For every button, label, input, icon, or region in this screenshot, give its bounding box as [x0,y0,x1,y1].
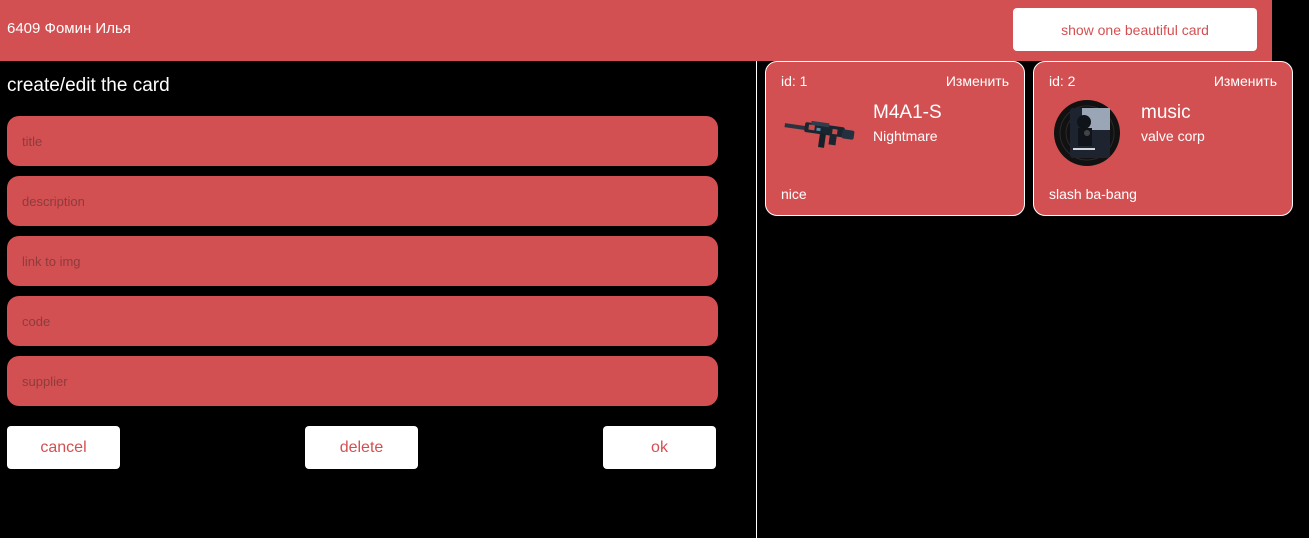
card-subtitle: Nightmare [873,128,938,144]
show-beautiful-card-button[interactable]: show one beautiful card [1013,8,1257,51]
supplier-field-wrapper [7,356,718,406]
code-field[interactable] [7,296,718,346]
title-field[interactable] [7,116,718,166]
card-id-label: id: 2 [1049,73,1076,89]
code-field-wrapper [7,296,718,346]
music-disc-image [1048,100,1126,166]
card-description: nice [781,186,807,202]
card-edit-button[interactable]: Изменить [1214,73,1277,89]
image-link-field[interactable] [7,236,718,286]
card-2: id: 2 Изменить music valve corp slash ba… [1033,61,1293,216]
card-id-label: id: 1 [781,73,808,89]
supplier-field[interactable] [7,356,718,406]
description-field[interactable] [7,176,718,226]
rifle-image [780,100,858,166]
panel-divider [756,61,757,538]
delete-button[interactable]: delete [305,426,418,469]
card-description: slash ba-bang [1049,186,1137,202]
card-subtitle: valve corp [1141,128,1205,144]
card-1: id: 1 Изменить M4A1-S Nightmare nice [765,61,1025,216]
cancel-button[interactable]: cancel [7,426,120,469]
description-field-wrapper [7,176,718,226]
editor-title: create/edit the card [7,75,170,96]
app-header: 6409 Фомин Илья show one beautiful card [0,0,1272,61]
card-title: music [1141,102,1191,123]
header-title: 6409 Фомин Илья [7,20,131,37]
card-edit-button[interactable]: Изменить [946,73,1009,89]
image-link-field-wrapper [7,236,718,286]
card-title: M4A1-S [873,102,942,123]
title-field-wrapper [7,116,718,166]
ok-button[interactable]: ok [603,426,716,469]
